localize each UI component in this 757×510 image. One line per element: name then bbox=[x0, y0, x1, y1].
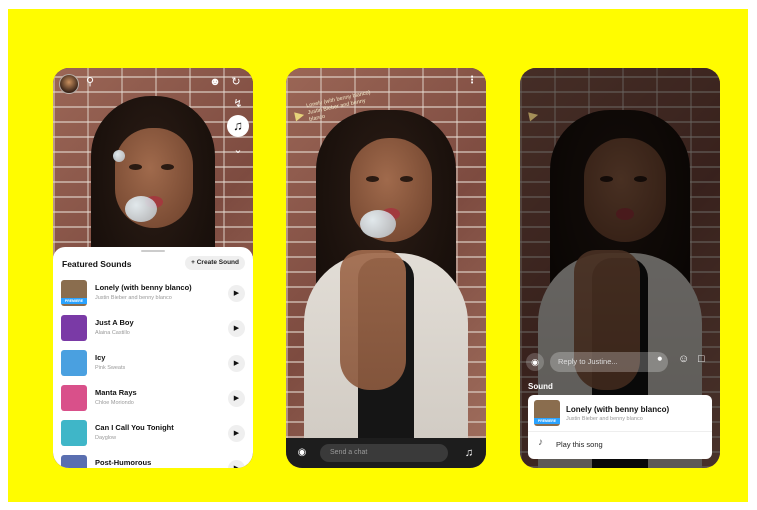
reply-bar: ◉ Reply to Justine... ⚫ ☺ □ bbox=[520, 351, 720, 373]
music-sticker-icon: ▶ bbox=[527, 106, 540, 123]
divider bbox=[528, 431, 712, 432]
left-eye bbox=[366, 176, 379, 182]
album-art: PREMIERE bbox=[61, 280, 87, 306]
song-title: Post-Humorous bbox=[95, 458, 152, 467]
song-row[interactable]: Can I Call You Tonight Dayglow ▶ bbox=[53, 417, 253, 451]
create-sound-button[interactable]: + Create Sound bbox=[185, 256, 245, 270]
avatar[interactable] bbox=[59, 74, 79, 94]
song-artist: Dayglow bbox=[95, 435, 117, 441]
song-title: Just A Boy bbox=[95, 318, 134, 327]
camera-preview bbox=[286, 68, 486, 468]
chat-input[interactable]: Send a chat bbox=[320, 444, 448, 462]
album-art bbox=[61, 455, 87, 468]
play-this-song-button[interactable]: Play this song bbox=[556, 440, 603, 449]
song-row[interactable]: Just A Boy Alaina Castillo ▶ bbox=[53, 312, 253, 346]
flash-icon[interactable]: ↯ bbox=[230, 96, 246, 112]
sound-card[interactable]: PREMIERE Lonely (with benny blanco) Just… bbox=[528, 395, 712, 459]
song-row[interactable]: PREMIERE Lonely (with benny blanco) Justin… bbox=[53, 277, 253, 311]
song-title: Lonely (with benny blanco) bbox=[95, 283, 192, 292]
add-friend-icon[interactable]: ☻ bbox=[208, 75, 222, 89]
bubble-lens bbox=[125, 196, 157, 222]
camera-icon[interactable]: ◉ bbox=[526, 353, 544, 371]
search-icon[interactable]: ⚲ bbox=[83, 75, 97, 89]
sound-section-label: Sound bbox=[528, 382, 553, 391]
chevron-down-icon[interactable]: ⌄ bbox=[230, 142, 246, 158]
song-row[interactable]: Post-HumorousGus Dapperton▶ bbox=[53, 452, 253, 468]
song-artist: Pink Sweats bbox=[95, 365, 126, 371]
song-row[interactable]: Manta Rays Chloe Moriondo ▶ bbox=[53, 382, 253, 416]
music-note-icon: ♪ bbox=[538, 437, 543, 448]
left-eye bbox=[129, 164, 142, 170]
emoji-icon[interactable]: ☺ bbox=[678, 353, 689, 365]
camera-icon[interactable]: ◉ bbox=[292, 443, 312, 463]
song-artist: Alaina Castillo bbox=[95, 330, 130, 336]
album-art: PREMIERE bbox=[534, 400, 560, 426]
bubble-lens bbox=[360, 210, 396, 238]
song-artist: Chloe Moriondo bbox=[95, 400, 134, 406]
premiere-badge: PREMIERE bbox=[534, 418, 560, 424]
panel-title: Featured Sounds bbox=[62, 259, 132, 269]
chat-bar: ◉ Send a chat ♫ bbox=[286, 438, 486, 468]
phone-reply-sound: ▶ ◉ Reply to Justine... ⚫ ☺ □ Sound PREM… bbox=[520, 68, 720, 468]
sticker-icon[interactable]: □ bbox=[698, 353, 705, 365]
microphone-icon[interactable]: ⚫ bbox=[656, 354, 664, 365]
card-song-artist: Justin Bieber and benny blanco bbox=[566, 416, 643, 422]
play-icon[interactable]: ▶ bbox=[228, 390, 245, 407]
album-art bbox=[61, 315, 87, 341]
reply-input[interactable]: Reply to Justine... bbox=[550, 352, 668, 372]
song-title: Can I Call You Tonight bbox=[95, 423, 174, 432]
more-icon[interactable]: ⋮ bbox=[467, 75, 477, 86]
play-icon[interactable]: ▶ bbox=[228, 355, 245, 372]
phone-snap-preview: ▶ Lonely (with benny blanco) Justin Bieb… bbox=[286, 68, 486, 468]
album-art bbox=[61, 385, 87, 411]
music-icon[interactable]: ♫ bbox=[459, 443, 479, 463]
right-eye bbox=[161, 164, 174, 170]
play-icon[interactable]: ▶ bbox=[228, 285, 245, 302]
phone-featured-sounds: ⚲ ☻ ↻ ↯ ♫ ⌄ Featured Sounds + Create Sou… bbox=[53, 68, 253, 468]
play-icon[interactable]: ▶ bbox=[228, 425, 245, 442]
song-artist: Justin Bieber and benny blanco bbox=[95, 295, 172, 301]
album-art bbox=[61, 350, 87, 376]
music-sticker-icon: ▶ bbox=[293, 106, 306, 123]
drag-handle[interactable] bbox=[141, 250, 165, 252]
premiere-badge: PREMIERE bbox=[61, 298, 87, 304]
hand bbox=[340, 250, 406, 390]
flip-camera-icon[interactable]: ↻ bbox=[229, 75, 243, 89]
right-eye bbox=[400, 176, 413, 182]
card-song-title: Lonely (with benny blanco) bbox=[566, 405, 670, 414]
bubble-lens bbox=[113, 150, 125, 162]
song-title: Icy bbox=[95, 353, 106, 362]
yellow-frame: ⚲ ☻ ↻ ↯ ♫ ⌄ Featured Sounds + Create Sou… bbox=[8, 9, 748, 502]
play-icon[interactable]: ▶ bbox=[228, 320, 245, 337]
music-icon[interactable]: ♫ bbox=[227, 115, 249, 137]
play-icon[interactable]: ▶ bbox=[228, 460, 245, 468]
featured-sounds-panel: Featured Sounds + Create Sound PREMIERE L… bbox=[53, 247, 253, 468]
album-art bbox=[61, 420, 87, 446]
song-row[interactable]: Icy Pink Sweats ▶ bbox=[53, 347, 253, 381]
song-title: Manta Rays bbox=[95, 388, 137, 397]
